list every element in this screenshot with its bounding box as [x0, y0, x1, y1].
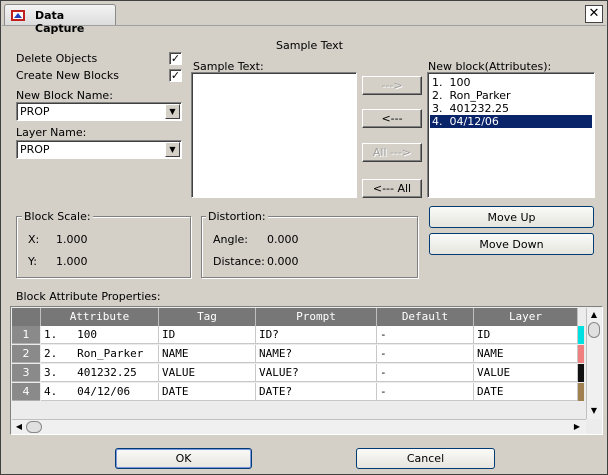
layer-name-label: Layer Name:	[16, 126, 87, 139]
table-cell[interactable]: 1. 100	[41, 326, 159, 344]
table-cell[interactable]: VALUE?	[256, 364, 377, 382]
table-cell[interactable]: -	[377, 383, 474, 401]
add-button[interactable]: --->	[362, 76, 422, 95]
list-item[interactable]: 2. Ron_Parker	[430, 89, 592, 102]
layer-name-select[interactable]: PROP ▼	[16, 140, 182, 159]
table-cell[interactable]: VALUE	[159, 364, 256, 382]
angle-label: Angle:	[213, 233, 249, 246]
table-cell[interactable]: 2. Ron_Parker	[41, 345, 159, 363]
scroll-left-icon[interactable]: ◀	[12, 420, 26, 434]
horizontal-scroll-thumb[interactable]	[26, 421, 42, 433]
sample-text-list[interactable]	[191, 72, 357, 198]
grid-label: Block Attribute Properties:	[16, 290, 161, 303]
scroll-right-icon[interactable]: ▶	[570, 420, 584, 434]
table-cell[interactable]: NAME	[159, 345, 256, 363]
layer-color-swatch	[578, 326, 584, 344]
chevron-down-icon[interactable]: ▼	[165, 142, 180, 157]
row-number[interactable]: 4	[12, 383, 40, 401]
layer-name-value: PROP	[20, 143, 50, 156]
create-blocks-checkbox[interactable]: ✓	[169, 69, 182, 82]
remove-button[interactable]: <---	[362, 109, 422, 128]
table-cell[interactable]: -	[377, 326, 474, 344]
app-icon	[11, 10, 25, 21]
table-cell[interactable]: NAME	[474, 345, 578, 363]
new-block-list[interactable]: 1. 100 2. Ron_Parker 3. 401232.25 4. 04/…	[427, 72, 595, 198]
add-all-button[interactable]: All --->	[362, 143, 422, 162]
check-icon: ✓	[170, 69, 181, 82]
attribute-grid[interactable]: Attribute Tag Prompt Default Layer 1 1. …	[10, 306, 603, 435]
table-cell[interactable]: 3. 401232.25	[41, 364, 159, 382]
cancel-button[interactable]: Cancel	[356, 448, 495, 469]
row-number[interactable]: 3	[12, 364, 40, 382]
dialog-window: Data Capture ✕ Delete Objects ✓ Create N…	[0, 0, 608, 475]
col-header-tag[interactable]: Tag	[159, 308, 256, 326]
new-block-name-label: New Block Name:	[16, 89, 113, 102]
table-cell[interactable]: DATE?	[256, 383, 377, 401]
distortion-group	[201, 216, 418, 278]
window-title: Data Capture	[35, 9, 85, 35]
scroll-up-icon[interactable]: ▲	[587, 308, 601, 322]
check-icon: ✓	[170, 52, 181, 65]
table-cell[interactable]: VALUE	[474, 364, 578, 382]
close-icon: ✕	[588, 6, 600, 21]
layer-color-swatch	[578, 364, 584, 382]
list-item[interactable]: 3. 401232.25	[430, 102, 592, 115]
col-header-default[interactable]: Default	[377, 308, 474, 326]
create-blocks-label: Create New Blocks	[16, 69, 120, 82]
distortion-title: Distortion:	[206, 210, 268, 223]
scale-y-label: Y:	[28, 255, 37, 268]
grid-corner	[12, 308, 41, 326]
angle-value: 0.000	[267, 233, 299, 246]
table-cell[interactable]: ID?	[256, 326, 377, 344]
title-bar: Data Capture ✕	[2, 2, 606, 35]
close-button[interactable]: ✕	[585, 5, 603, 23]
vertical-scrollbar[interactable]: ▲ ▼	[586, 308, 601, 419]
table-cell[interactable]: DATE	[159, 383, 256, 401]
table-cell[interactable]: NAME?	[256, 345, 377, 363]
block-scale-title: Block Scale:	[22, 210, 93, 223]
col-header-attribute[interactable]: Attribute	[41, 308, 159, 326]
move-down-button[interactable]: Move Down	[429, 233, 594, 255]
distance-value: 0.000	[267, 255, 299, 268]
new-block-name-value: PROP	[20, 105, 50, 118]
list-item[interactable]: 1. 100	[430, 76, 592, 89]
vertical-scroll-thumb[interactable]	[588, 322, 600, 338]
table-cell[interactable]: 4. 04/12/06	[41, 383, 159, 401]
chevron-down-icon[interactable]: ▼	[165, 104, 180, 119]
table-cell[interactable]: DATE	[474, 383, 578, 401]
layer-color-swatch	[578, 383, 584, 401]
move-up-button[interactable]: Move Up	[429, 206, 594, 228]
horizontal-scrollbar[interactable]: ◀ ▶	[12, 419, 586, 434]
table-cell[interactable]: ID	[159, 326, 256, 344]
table-cell[interactable]: -	[377, 364, 474, 382]
scroll-down-icon[interactable]: ▼	[587, 404, 601, 418]
remove-all-button[interactable]: <--- All	[362, 179, 422, 198]
col-header-prompt[interactable]: Prompt	[256, 308, 377, 326]
list-item-selected[interactable]: 4. 04/12/06	[430, 115, 592, 128]
new-block-name-select[interactable]: PROP ▼	[16, 102, 182, 121]
delete-objects-label: Delete Objects	[16, 52, 98, 65]
sample-text-heading: Sample Text	[276, 39, 343, 52]
scale-x-value: 1.000	[56, 233, 88, 246]
row-number[interactable]: 1	[12, 326, 40, 344]
delete-objects-checkbox[interactable]: ✓	[169, 52, 182, 65]
scale-x-label: X:	[28, 233, 40, 246]
row-number[interactable]: 2	[12, 345, 40, 363]
layer-color-swatch	[578, 345, 584, 363]
block-scale-group	[16, 216, 191, 278]
ok-button[interactable]: OK	[115, 448, 252, 469]
distance-label: Distance:	[213, 255, 265, 268]
table-cell[interactable]: -	[377, 345, 474, 363]
col-header-layer[interactable]: Layer	[474, 308, 578, 326]
scale-y-value: 1.000	[56, 255, 88, 268]
table-cell[interactable]: ID	[474, 326, 578, 344]
title-tab: Data Capture	[4, 4, 116, 35]
